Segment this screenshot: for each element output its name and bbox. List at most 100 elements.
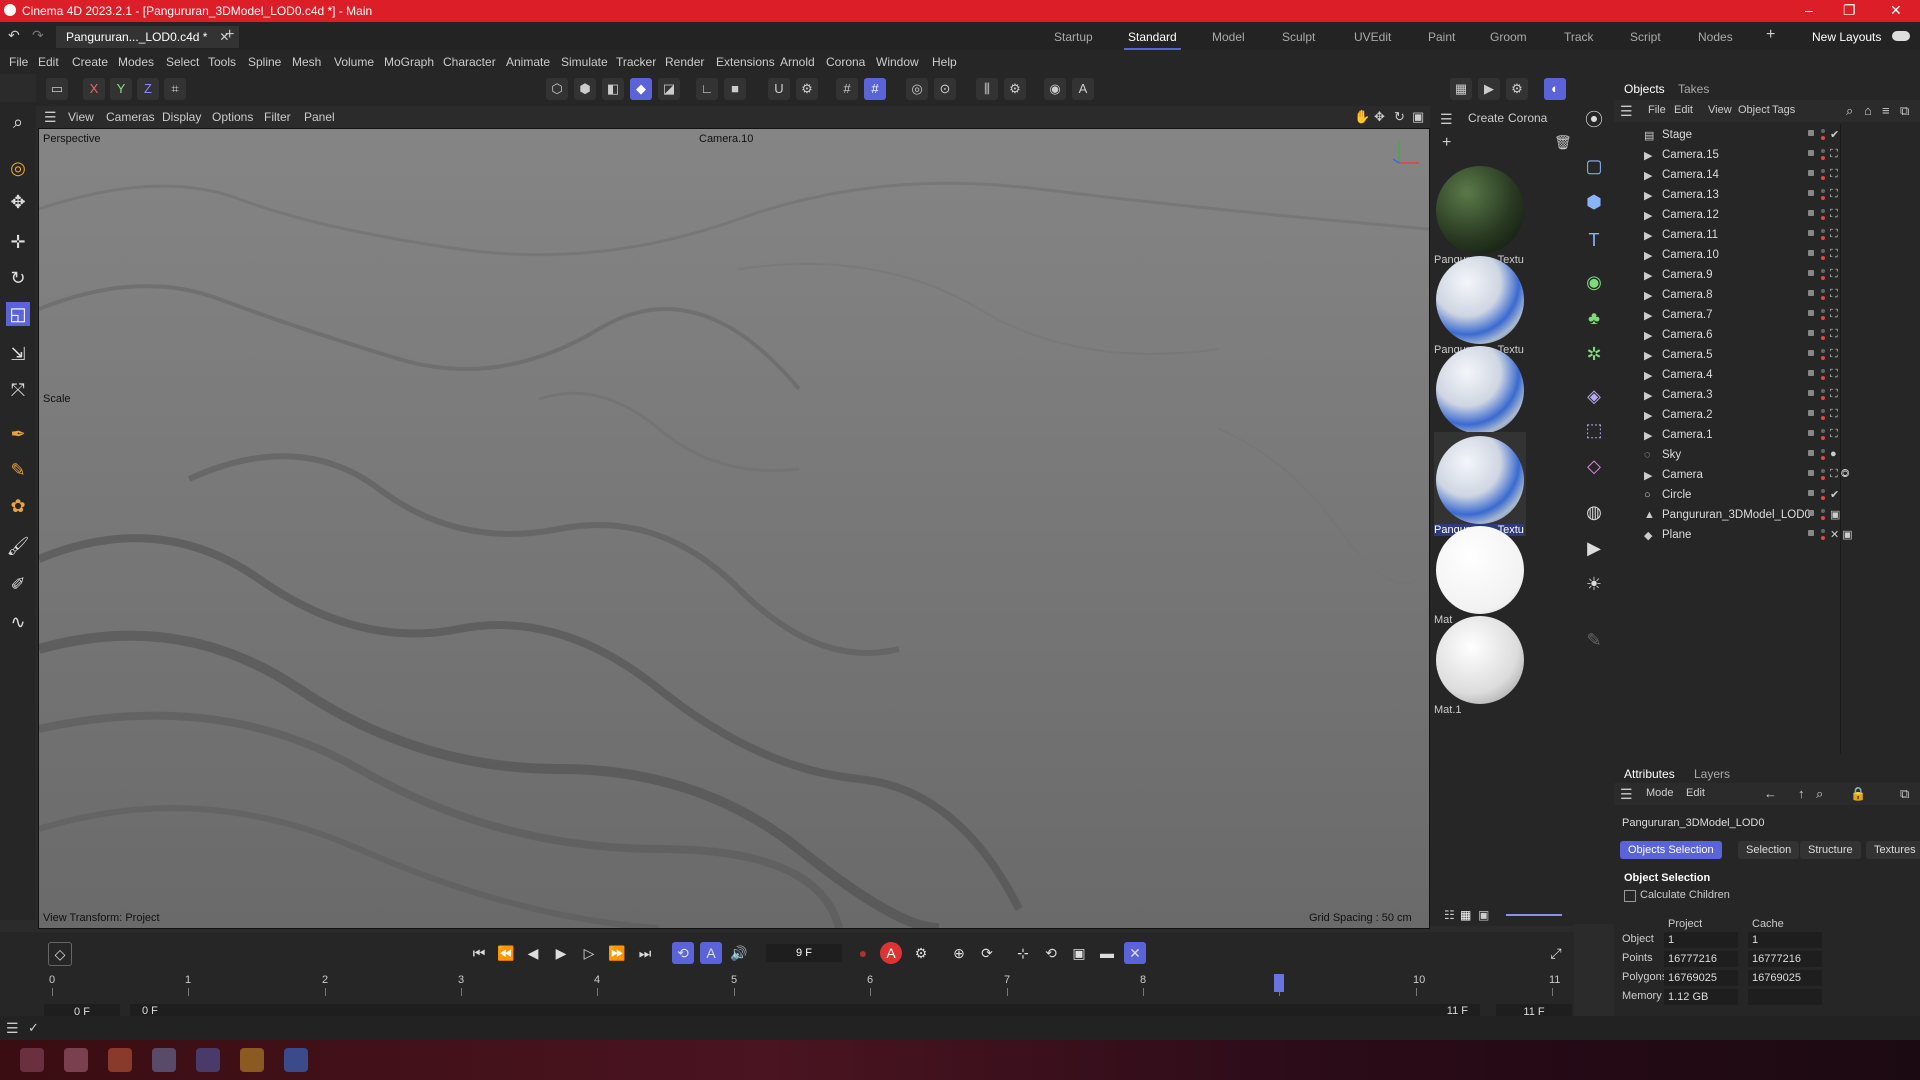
- previous-frame-icon[interactable]: ◀: [522, 942, 544, 964]
- render-dot-icon[interactable]: [1821, 136, 1825, 140]
- attr-button-textures[interactable]: Textures: [1866, 841, 1920, 859]
- menu-corona[interactable]: Corona: [826, 55, 865, 69]
- editor-visibility-toggle[interactable]: [1808, 430, 1814, 436]
- visibility-dot-icon[interactable]: [1821, 429, 1825, 433]
- key-settings-icon[interactable]: ⚙: [910, 942, 932, 964]
- render-view-button[interactable]: ▦: [1450, 78, 1472, 100]
- environment-icon[interactable]: ◍: [1582, 500, 1606, 524]
- key-interp-icon[interactable]: ✕: [1124, 942, 1146, 964]
- object-tag[interactable]: ⛶: [1830, 188, 1838, 201]
- editor-visibility-toggle[interactable]: [1808, 230, 1814, 236]
- editor-visibility-toggle[interactable]: [1808, 450, 1814, 456]
- object-menu-object[interactable]: Object: [1738, 104, 1770, 116]
- filter-icon[interactable]: ≡: [1882, 103, 1890, 118]
- current-frame-field[interactable]: 9 F: [766, 944, 842, 962]
- key-pla-icon[interactable]: ▣: [1068, 942, 1090, 964]
- attr-menu-edit[interactable]: Edit: [1686, 787, 1705, 799]
- magnet-button[interactable]: U: [768, 78, 790, 100]
- object-row[interactable]: ▶ Camera ⛶ ◎: [1628, 466, 1914, 486]
- spline-icon[interactable]: ◇: [1582, 454, 1606, 478]
- active-camera-label[interactable]: Camera.10: [699, 133, 753, 145]
- render-dot-icon[interactable]: [1821, 476, 1825, 480]
- editor-visibility-toggle[interactable]: [1808, 190, 1814, 196]
- viewport-menu-options[interactable]: Options: [212, 110, 253, 124]
- menu-character[interactable]: Character: [443, 55, 496, 69]
- paint-tool-icon[interactable]: ✿: [6, 494, 30, 518]
- object-row[interactable]: ▶ Camera.15 ⛶: [1628, 146, 1914, 166]
- new-window-icon[interactable]: ⧉: [1900, 103, 1909, 119]
- layout-tab-groom[interactable]: Groom: [1490, 30, 1527, 44]
- object-row[interactable]: ▶ Camera.9 ⛶: [1628, 266, 1914, 286]
- render-dot-icon[interactable]: [1821, 296, 1825, 300]
- minimize-icon[interactable]: –: [1805, 2, 1813, 18]
- menu-render[interactable]: Render: [665, 55, 704, 69]
- layout-tab-paint[interactable]: Paint: [1428, 30, 1455, 44]
- rotate-tool-icon[interactable]: ↻: [6, 266, 30, 290]
- status-check-icon[interactable]: ✓: [28, 1020, 39, 1036]
- visibility-dot-icon[interactable]: [1821, 449, 1825, 453]
- viewport-mode-button[interactable]: ▭: [46, 78, 68, 100]
- object-tag[interactable]: ⛶: [1830, 368, 1838, 381]
- taskbar-app-icon[interactable]: [240, 1048, 264, 1072]
- move-tool-icon[interactable]: ✛: [6, 230, 30, 254]
- loop-icon[interactable]: ⟲: [672, 942, 694, 964]
- object-tag[interactable]: ⛶: [1830, 328, 1838, 341]
- render-dot-icon[interactable]: [1821, 156, 1825, 160]
- attr-button-structure[interactable]: Structure: [1800, 841, 1861, 859]
- objects-tab-takes[interactable]: Takes: [1678, 82, 1709, 96]
- pan-icon[interactable]: ✋: [1354, 109, 1370, 125]
- object-tag[interactable]: ✔: [1830, 128, 1839, 141]
- knife-tool-icon[interactable]: ✐: [6, 572, 30, 596]
- visibility-dot-icon[interactable]: [1821, 169, 1825, 173]
- object-tag[interactable]: ▣: [1830, 508, 1840, 521]
- add-tab-icon[interactable]: +: [225, 26, 234, 44]
- menu-extensions[interactable]: Extensions: [716, 55, 775, 69]
- auto-button[interactable]: A: [1072, 78, 1094, 100]
- visibility-dot-icon[interactable]: [1821, 269, 1825, 273]
- visibility-dot-icon[interactable]: [1821, 289, 1825, 293]
- editor-visibility-toggle[interactable]: [1808, 310, 1814, 316]
- close-icon[interactable]: ✕: [1890, 2, 1902, 19]
- layout-tab-track[interactable]: Track: [1564, 30, 1594, 44]
- layout-tab-uvedit[interactable]: UVEdit: [1354, 30, 1391, 44]
- menu-animate[interactable]: Animate: [506, 55, 550, 69]
- object-row[interactable]: ○ Circle ✔: [1628, 486, 1914, 506]
- object-tag[interactable]: ⛶: [1830, 408, 1838, 421]
- undo-icon[interactable]: ↶: [8, 27, 20, 44]
- go-to-end-icon[interactable]: ⏭: [634, 942, 656, 964]
- attr-new-window-icon[interactable]: ⧉: [1900, 786, 1909, 802]
- next-key-icon[interactable]: ⏩: [606, 942, 628, 964]
- editor-visibility-toggle[interactable]: [1808, 210, 1814, 216]
- auto-key-mode-icon[interactable]: A: [700, 942, 722, 964]
- solo-button[interactable]: ■: [724, 78, 746, 100]
- layout-tab-model[interactable]: Model: [1212, 30, 1245, 44]
- add-layout-icon[interactable]: +: [1766, 26, 1775, 44]
- menu-arnold[interactable]: Arnold: [780, 55, 815, 69]
- render-dot-icon[interactable]: [1821, 196, 1825, 200]
- object-row[interactable]: ▶ Camera.5 ⛶: [1628, 346, 1914, 366]
- points-mode-button[interactable]: ⬡: [546, 78, 568, 100]
- axis-y-button[interactable]: Y: [110, 78, 132, 100]
- up-icon[interactable]: ↑: [1798, 786, 1805, 801]
- spline-pen-icon[interactable]: ✒: [6, 422, 30, 446]
- object-row[interactable]: ▶ Camera.4 ⛶: [1628, 366, 1914, 386]
- object-row[interactable]: ◆ Plane ✕ ▣: [1628, 526, 1914, 546]
- key-position-icon[interactable]: ⊕: [948, 942, 970, 964]
- taskbar-app-icon[interactable]: [20, 1048, 44, 1072]
- visibility-dot-icon[interactable]: [1821, 249, 1825, 253]
- visibility-button[interactable]: ◉: [1044, 78, 1066, 100]
- material-item[interactable]: Pangururan_Textu: [1434, 252, 1526, 356]
- menu-tools[interactable]: Tools: [208, 55, 236, 69]
- select-tool-icon[interactable]: ◎: [6, 156, 30, 180]
- menu-modes[interactable]: Modes: [118, 55, 154, 69]
- object-row[interactable]: ▤ Stage ✔: [1628, 126, 1914, 146]
- deformer-icon[interactable]: ◈: [1582, 384, 1606, 408]
- viewport-menu-filter[interactable]: Filter: [264, 110, 291, 124]
- sound-icon[interactable]: 🔊: [728, 942, 750, 964]
- visibility-dot-icon[interactable]: [1821, 489, 1825, 493]
- playhead[interactable]: [1274, 974, 1284, 992]
- large-view-icon[interactable]: ▣: [1478, 908, 1489, 922]
- menu-mograph[interactable]: MoGraph: [384, 55, 434, 69]
- object-tag[interactable]: ✔: [1830, 488, 1839, 501]
- visibility-dot-icon[interactable]: [1821, 469, 1825, 473]
